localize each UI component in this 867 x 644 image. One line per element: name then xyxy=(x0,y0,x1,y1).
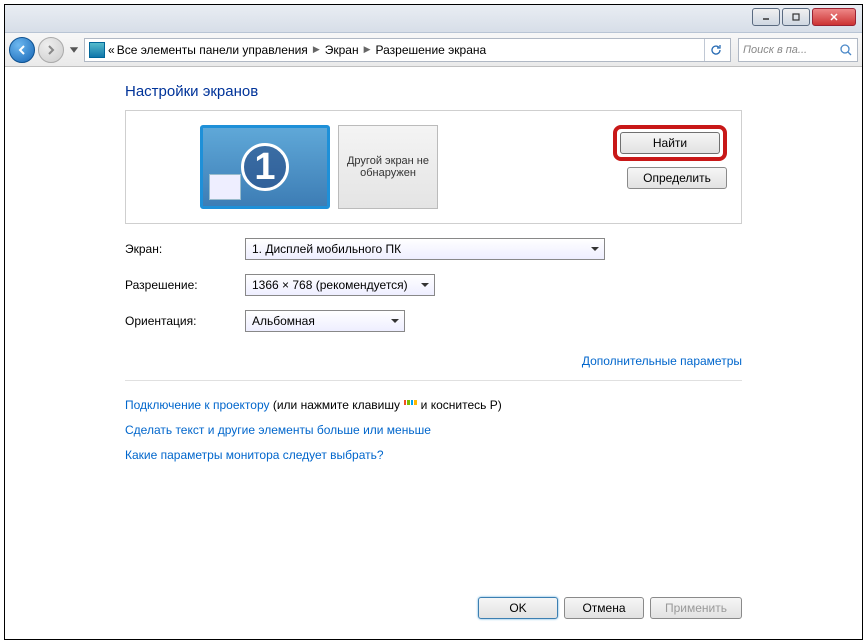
search-icon xyxy=(839,43,853,57)
breadcrumb-item-resolution[interactable]: Разрешение экрана xyxy=(374,43,489,57)
breadcrumb-item-all[interactable]: Все элементы панели управления xyxy=(115,43,310,57)
projector-hint-pre: (или нажмите клавишу xyxy=(270,398,404,412)
control-panel-icon xyxy=(89,42,105,58)
monitor-number: 1 xyxy=(241,143,289,191)
search-placeholder: Поиск в па... xyxy=(743,44,807,56)
nav-back-button[interactable] xyxy=(9,37,35,63)
screen-label: Экран: xyxy=(125,242,245,256)
find-button[interactable]: Найти xyxy=(620,132,720,154)
resolution-label: Разрешение: xyxy=(125,278,245,292)
close-button[interactable] xyxy=(812,8,856,26)
orientation-label: Ориентация: xyxy=(125,314,245,328)
screen-select[interactable]: 1. Дисплей мобильного ПК xyxy=(245,238,605,260)
projector-hint-post: и коснитесь P) xyxy=(417,398,501,412)
nav-forward-button[interactable] xyxy=(38,37,64,63)
text-size-link[interactable]: Сделать текст и другие элементы больше и… xyxy=(125,423,431,437)
ok-button[interactable]: OK xyxy=(478,597,558,619)
chevron-right-icon: ▶ xyxy=(313,44,320,55)
identify-button[interactable]: Определить xyxy=(627,167,727,189)
resolution-select[interactable]: 1366 × 768 (рекомендуется) xyxy=(245,274,435,296)
titlebar xyxy=(5,5,862,33)
breadcrumb-root: « xyxy=(108,43,115,57)
other-screen-placeholder[interactable]: Другой экран не обнаружен xyxy=(338,125,438,209)
breadcrumb[interactable]: « Все элементы панели управления ▶ Экран… xyxy=(84,38,731,62)
display-arrangement-box: 1 Другой экран не обнаружен Найти Опреде… xyxy=(125,110,742,224)
find-button-highlight: Найти xyxy=(613,125,727,161)
windows-key-icon xyxy=(403,400,417,412)
chevron-right-icon: ▶ xyxy=(364,44,371,55)
minimize-button[interactable] xyxy=(752,8,780,26)
projector-link[interactable]: Подключение к проектору xyxy=(125,398,270,412)
maximize-button[interactable] xyxy=(782,8,810,26)
cancel-button[interactable]: Отмена xyxy=(564,597,644,619)
orientation-select[interactable]: Альбомная xyxy=(245,310,405,332)
page-title: Настройки экранов xyxy=(125,83,742,100)
monitor-1-preview[interactable]: 1 xyxy=(200,125,330,209)
which-monitor-link[interactable]: Какие параметры монитора следует выбрать… xyxy=(125,448,384,462)
nav-history-dropdown[interactable] xyxy=(67,43,81,57)
footer-buttons: OK Отмена Применить xyxy=(478,597,742,619)
apply-button[interactable]: Применить xyxy=(650,597,742,619)
breadcrumb-item-screen[interactable]: Экран xyxy=(323,43,361,57)
navbar: « Все элементы панели управления ▶ Экран… xyxy=(5,33,862,67)
advanced-settings-link[interactable]: Дополнительные параметры xyxy=(582,354,742,368)
refresh-button[interactable] xyxy=(704,39,726,61)
search-input[interactable]: Поиск в па... xyxy=(738,38,858,62)
